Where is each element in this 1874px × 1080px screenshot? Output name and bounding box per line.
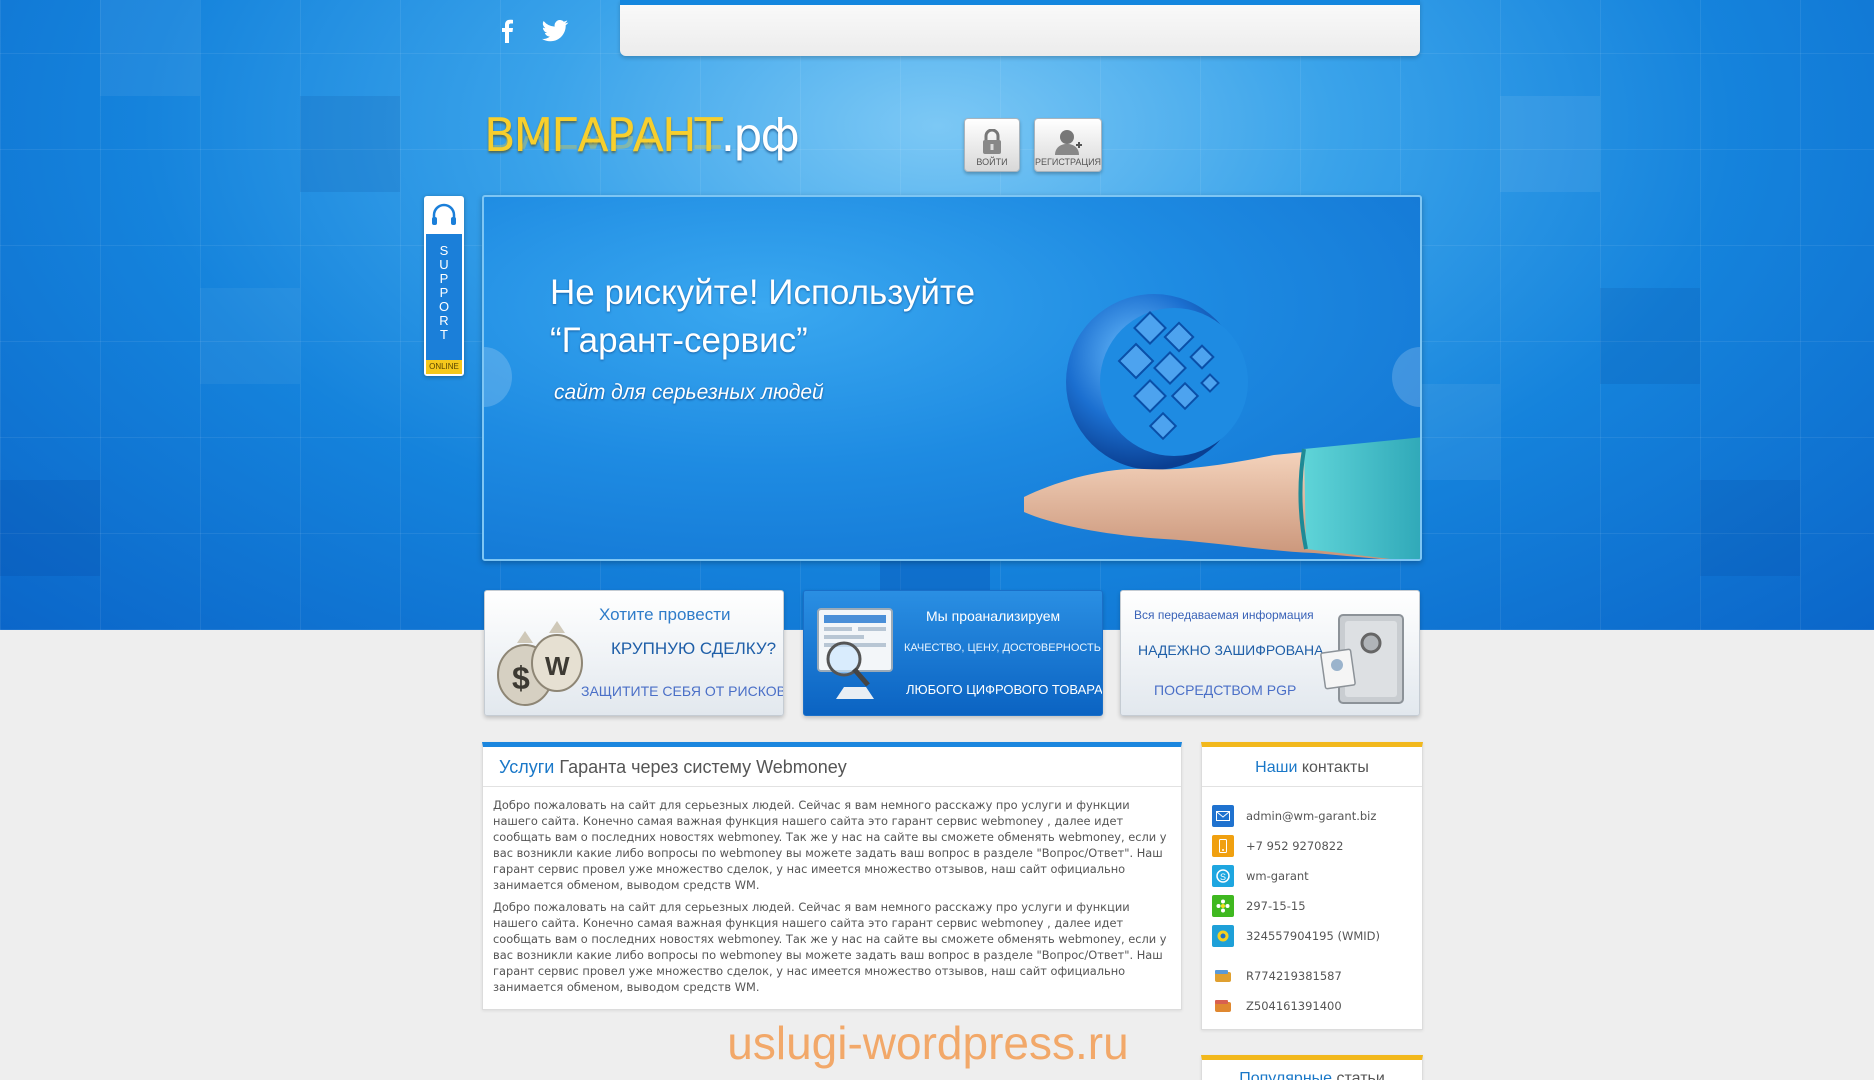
feature-3-line3: ПОСРЕДСТВОМ PGP [1154,682,1297,698]
webmoney-keeper-icon [1212,925,1234,947]
hero-prev-arrow[interactable] [484,347,514,407]
contacts-panel: Наши контакты admin@wm-garant.biz +7 952… [1201,742,1423,1030]
money-bags-icon: $ W [497,621,583,706]
services-panel-body: Добро пожаловать на сайт для серьезных л… [483,787,1181,995]
register-label: РЕГИСТРАЦИЯ [1034,157,1102,167]
wallet-icon [1212,995,1234,1017]
hero-subtitle: сайт для серьезных людей [554,381,824,404]
contact-purse-r-row: R774219381587 [1212,964,1342,988]
popular-title-rest: статьи [1332,1070,1385,1080]
contact-email-row[interactable]: admin@wm-garant.biz [1212,804,1376,828]
wallet-icon [1212,965,1234,987]
contact-purse-r: R774219381587 [1246,969,1342,983]
safe-icon [1320,614,1404,704]
twitter-icon[interactable] [540,14,570,48]
feature-1-line3: ЗАЩИТИТЕ СЕБЯ ОТ РИСКОВ! [581,683,784,699]
contacts-title-accent: Наши [1255,759,1298,776]
services-panel-header: Услуги Гаранта через систему Webmoney [483,747,1181,787]
feature-box-large-deal[interactable]: $ W Хотите провести КРУПНУЮ СДЕЛКУ? ЗАЩИ… [484,590,784,716]
support-letter: P [439,271,449,286]
register-button[interactable]: РЕГИСТРАЦИЯ [1034,118,1102,172]
webmoney-hand-illustration [1024,294,1420,559]
lock-icon [983,129,1001,154]
bg-tile [200,288,300,384]
popular-title-accent: Популярные [1239,1070,1333,1080]
support-letter: U [439,257,449,272]
skype-icon: S [1212,865,1234,887]
hero-banner: Не рискуйте! Используйте “Гарант-сервис”… [482,195,1422,561]
feature-box-analysis[interactable]: Мы проанализируем КАЧЕСТВО, ЦЕНУ, ДОСТОВ… [803,590,1103,716]
services-title-accent: Услуги [499,757,555,777]
phone-icon [1212,835,1234,857]
feature-1-line2: КРУПНУЮ СДЕЛКУ? [611,639,777,658]
facebook-icon[interactable] [492,14,522,48]
services-title-rest: Гаранта через систему Webmoney [554,757,847,777]
support-letters: S U P P O R T [426,244,462,342]
contact-purse-z: Z504161391400 [1246,999,1342,1013]
bg-tile [1500,96,1600,192]
contact-wmid: 324557904195 (WMID) [1246,929,1380,943]
services-panel: Услуги Гаранта через систему Webmoney До… [482,742,1182,1010]
contact-phone: +7 952 9270822 [1246,839,1344,853]
bg-tile [300,96,400,192]
email-icon [1212,805,1234,827]
feature-1-line1: Хотите провести [599,605,731,624]
contacts-title-rest: контакты [1297,759,1369,776]
headset-icon [432,203,456,225]
svg-text:W: W [545,651,570,681]
support-tab[interactable]: S U P P O R T ONLINE [424,196,464,376]
feature-3-line2: НАДЕЖНО ЗАШИФРОВАНА [1138,642,1324,658]
contacts-panel-header: Наши контакты [1202,747,1422,787]
watermark: uslugi-wordpress.ru [727,1017,1129,1069]
contact-icq: 297-15-15 [1246,899,1306,913]
user-icon [1055,130,1082,155]
popular-articles-panel: Популярные статьи [1201,1055,1423,1080]
bg-tile [0,480,100,576]
contact-icq-row: 297-15-15 [1212,894,1306,918]
contact-purse-z-row: Z504161391400 [1212,994,1342,1018]
support-letter: S [439,243,449,258]
svg-text:$: $ [512,660,530,696]
monitor-magnifier-icon [817,608,893,699]
services-paragraph: Добро пожаловать на сайт для серьезных л… [493,900,1167,994]
bg-tile [1700,480,1800,576]
contact-email: admin@wm-garant.biz [1246,809,1377,823]
support-letter: T [440,327,448,342]
top-bar [620,0,1420,56]
services-paragraph: Добро пожаловать на сайт для серьезных л… [493,798,1167,892]
icq-flower-icon [1212,895,1234,917]
support-header [426,198,462,234]
feature-box-encryption[interactable]: Вся передаваемая информация НАДЕЖНО ЗАШИ… [1120,590,1420,716]
support-letter: O [438,299,450,314]
contact-wmid-row[interactable]: 324557904195 (WMID) [1212,924,1380,948]
login-label: ВОЙТИ [976,157,1008,167]
popular-panel-header: Популярные статьи [1202,1060,1422,1080]
svg-text:S: S [1220,872,1226,882]
logo-reflection: ВМГАРАНТ [484,136,721,158]
login-button[interactable]: ВОЙТИ [964,118,1020,172]
support-letter: R [439,313,449,328]
contact-skype: wm-garant [1246,869,1309,883]
feature-2-line2: КАЧЕСТВО, ЦЕНУ, ДОСТОВЕРНОСТЬ [904,642,1101,654]
feature-2-line3: ЛЮБОГО ЦИФРОВОГО ТОВАРА [906,682,1103,697]
support-letter: P [439,285,449,300]
logo-domain-text: .рф [720,108,800,162]
bg-tile [100,0,200,96]
feature-2-line1: Мы проанализируем [926,608,1061,624]
contact-phone-row: +7 952 9270822 [1212,834,1343,858]
logo-reflection-text: ВМГАРАНТ [484,136,721,158]
contact-skype-row[interactable]: S wm-garant [1212,864,1309,888]
bg-tile [1600,288,1700,384]
feature-3-line1: Вся передаваемая информация [1134,608,1314,622]
support-status-badge: ONLINE [426,360,462,374]
